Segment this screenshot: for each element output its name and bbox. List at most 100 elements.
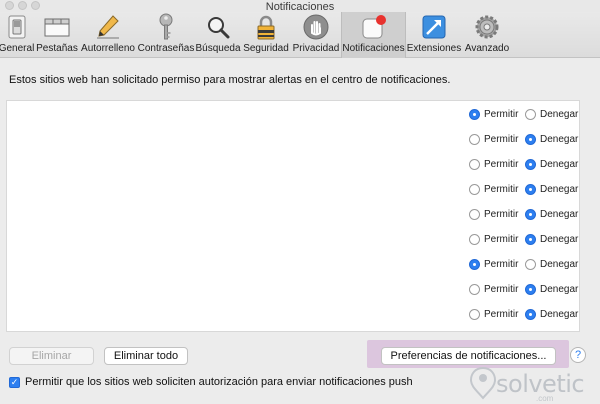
- tab-label: Notificaciones: [342, 43, 405, 54]
- allow-label: Permitir: [484, 234, 519, 245]
- remove-all-button[interactable]: Eliminar todo: [104, 347, 188, 365]
- tab-avanzado[interactable]: Avanzado: [462, 12, 512, 58]
- tab-label: Pestañas: [36, 43, 78, 54]
- allow-option[interactable]: Permitir: [469, 309, 518, 320]
- tab-contrasenas[interactable]: Contraseñas: [137, 12, 195, 58]
- hand-icon: [302, 13, 330, 41]
- allow-radio[interactable]: [469, 259, 480, 270]
- list-item: Permitir Denegar: [7, 205, 579, 230]
- allow-option[interactable]: Permitir: [469, 284, 518, 295]
- allow-radio[interactable]: [469, 209, 480, 220]
- deny-option[interactable]: Denegar: [525, 109, 578, 120]
- notification-badge-icon: [360, 13, 388, 41]
- deny-option[interactable]: Denegar: [525, 284, 578, 295]
- list-item: Permitir Denegar: [7, 280, 579, 305]
- list-item: Permitir Denegar: [7, 130, 579, 155]
- puzzle-arrow-icon: [420, 13, 448, 41]
- tab-label: Privacidad: [292, 43, 340, 54]
- deny-radio[interactable]: [525, 109, 536, 120]
- tab-general[interactable]: General: [0, 12, 34, 58]
- tab-label: Extensiones: [406, 43, 462, 54]
- help-button[interactable]: ?: [570, 347, 586, 363]
- allow-label: Permitir: [484, 109, 519, 120]
- allow-radio[interactable]: [469, 234, 480, 245]
- deny-radio[interactable]: [525, 259, 536, 270]
- list-item: Permitir Denegar: [7, 180, 579, 205]
- deny-label: Denegar: [540, 109, 579, 120]
- notification-preferences-button[interactable]: Preferencias de notificaciones...: [381, 347, 556, 365]
- deny-label: Denegar: [540, 259, 579, 270]
- deny-option[interactable]: Denegar: [525, 259, 578, 270]
- deny-radio[interactable]: [525, 184, 536, 195]
- push-permission-option[interactable]: ✓ Permitir que los sitios web soliciten …: [9, 376, 413, 388]
- deny-option[interactable]: Denegar: [525, 184, 578, 195]
- allow-label: Permitir: [484, 184, 519, 195]
- allow-label: Permitir: [484, 134, 519, 145]
- allow-radio[interactable]: [469, 309, 480, 320]
- tab-label: Búsqueda: [195, 43, 241, 54]
- allow-radio[interactable]: [469, 184, 480, 195]
- allow-option[interactable]: Permitir: [469, 159, 518, 170]
- deny-radio[interactable]: [525, 209, 536, 220]
- deny-label: Denegar: [540, 159, 579, 170]
- deny-label: Denegar: [540, 284, 579, 295]
- title-bar: Notificaciones: [0, 0, 600, 13]
- deny-radio[interactable]: [525, 284, 536, 295]
- tab-busqueda[interactable]: Búsqueda: [195, 12, 241, 58]
- padlock-icon: [252, 13, 280, 41]
- allow-option[interactable]: Permitir: [469, 109, 518, 120]
- allow-label: Permitir: [484, 209, 519, 220]
- allow-option[interactable]: Permitir: [469, 184, 518, 195]
- tab-label: Contraseñas: [137, 43, 195, 54]
- allow-radio[interactable]: [469, 109, 480, 120]
- allow-label: Permitir: [484, 159, 519, 170]
- list-item: Permitir Denegar: [7, 155, 579, 180]
- allow-radio[interactable]: [469, 284, 480, 295]
- deny-option[interactable]: Denegar: [525, 159, 578, 170]
- deny-radio[interactable]: [525, 309, 536, 320]
- allow-option[interactable]: Permitir: [469, 259, 518, 270]
- sites-list[interactable]: Permitir Denegar Permitir Denegar Permit…: [6, 100, 580, 332]
- deny-option[interactable]: Denegar: [525, 209, 578, 220]
- deny-label: Denegar: [540, 309, 579, 320]
- allow-option[interactable]: Permitir: [469, 134, 518, 145]
- push-permission-label: Permitir que los sitios web soliciten au…: [25, 376, 413, 388]
- remove-button[interactable]: Eliminar: [9, 347, 94, 365]
- general-switch-icon: [3, 13, 31, 41]
- tab-label: Autorrelleno: [81, 43, 135, 54]
- deny-label: Denegar: [540, 134, 579, 145]
- tab-pestanas[interactable]: Pestañas: [35, 12, 79, 58]
- allow-radio[interactable]: [469, 159, 480, 170]
- tab-seguridad[interactable]: Seguridad: [242, 12, 290, 58]
- tabs-icon: [43, 13, 71, 41]
- pencil-icon: [94, 13, 122, 41]
- tab-notificaciones[interactable]: Notificaciones: [341, 12, 406, 58]
- deny-radio[interactable]: [525, 134, 536, 145]
- list-item: Permitir Denegar: [7, 305, 579, 330]
- tab-label: Seguridad: [243, 43, 289, 54]
- deny-option[interactable]: Denegar: [525, 309, 578, 320]
- allow-radio[interactable]: [469, 134, 480, 145]
- push-permission-checkbox[interactable]: ✓: [9, 376, 20, 388]
- tab-autorrelleno[interactable]: Autorrelleno: [81, 12, 135, 58]
- tab-label: Avanzado: [464, 43, 510, 54]
- tab-privacidad[interactable]: Privacidad: [292, 12, 340, 58]
- allow-option[interactable]: Permitir: [469, 209, 518, 220]
- solvetic-logo-icon: [469, 366, 497, 400]
- deny-label: Denegar: [540, 184, 579, 195]
- deny-radio[interactable]: [525, 234, 536, 245]
- key-icon: [152, 13, 180, 41]
- allow-label: Permitir: [484, 284, 519, 295]
- deny-option[interactable]: Denegar: [525, 134, 578, 145]
- allow-label: Permitir: [484, 259, 519, 270]
- deny-radio[interactable]: [525, 159, 536, 170]
- list-item: Permitir Denegar: [7, 255, 579, 280]
- allow-option[interactable]: Permitir: [469, 234, 518, 245]
- gear-icon: [473, 13, 501, 41]
- tab-extensiones[interactable]: Extensiones: [407, 12, 461, 58]
- list-item: Permitir Denegar: [7, 230, 579, 255]
- deny-option[interactable]: Denegar: [525, 234, 578, 245]
- deny-label: Denegar: [540, 234, 579, 245]
- description-text: Estos sitios web han solicitado permiso …: [9, 74, 451, 86]
- solvetic-watermark: solvetic .com: [466, 364, 596, 404]
